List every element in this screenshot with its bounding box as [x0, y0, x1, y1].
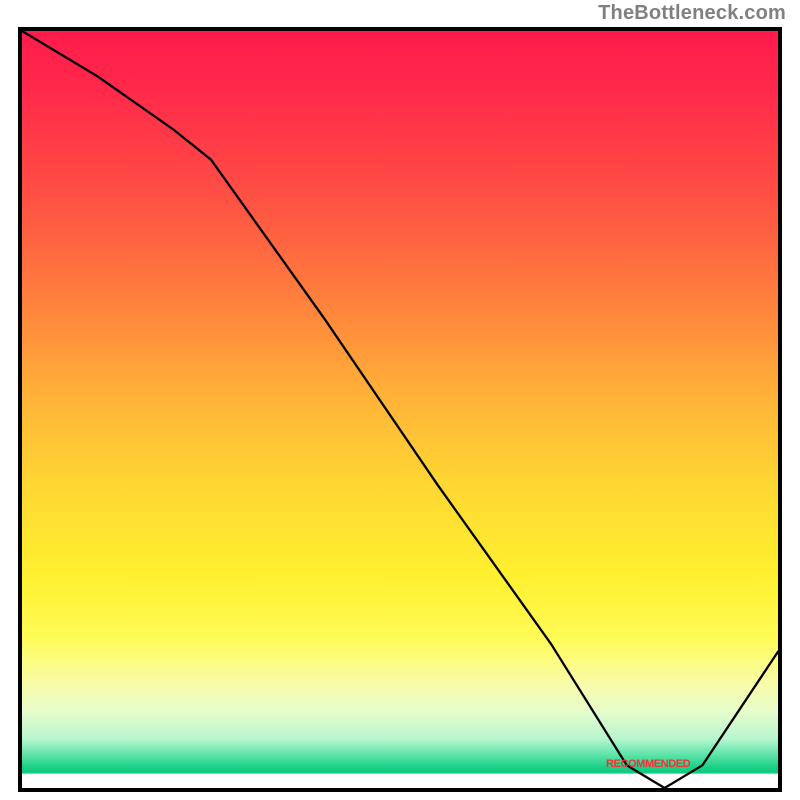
- recommended-annotation: RECOMMENDED: [606, 758, 690, 770]
- attribution-text: TheBottleneck.com: [598, 2, 786, 25]
- chart-gradient-background: [22, 31, 778, 788]
- chart-frame: RECOMMENDED: [18, 27, 782, 792]
